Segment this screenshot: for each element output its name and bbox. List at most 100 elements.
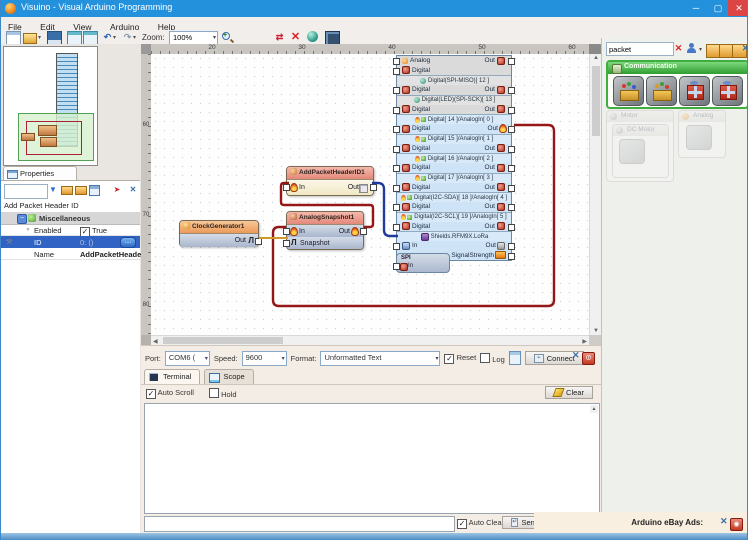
new-project-icon[interactable] (6, 31, 21, 45)
property-row-name[interactable]: Name AddPacketHeade... (1, 248, 148, 260)
in-pin[interactable] (283, 184, 290, 191)
category-communication[interactable]: Communication (606, 60, 747, 109)
diagram-surface[interactable]: ClockGenerator1 Out Л AddPacketHeaderID1… (151, 54, 589, 335)
snapshot-pin[interactable] (283, 240, 290, 247)
in-pin[interactable] (283, 228, 290, 235)
property-row-enabled[interactable]: ⚬ Enabled ✓ True (1, 224, 140, 237)
dropdown-icon[interactable]: ▾ (435, 355, 438, 362)
board-channel-header[interactable]: Digital(I2C-SDA)[ 18 ]/AnalogIn[ 4 ] (397, 192, 511, 202)
arduino-board[interactable]: Analog Out Digital Digital(SPI-MISO)[ 12 ] D… (393, 55, 515, 261)
user-filter-dropdown-icon[interactable]: ▾ (699, 46, 702, 53)
lora-header[interactable]: Shields.RFM9X.LoRa (397, 231, 511, 241)
palette-item-packet-2[interactable] (712, 76, 743, 106)
title-bar[interactable]: Visuino - Visual Arduino Programming ─ ▢… (1, 0, 747, 17)
palette-item-unpacket-2[interactable] (646, 76, 677, 106)
property-row-id[interactable]: ⚒ ID 0: () … (1, 236, 140, 248)
terminal-output[interactable]: ▲ (144, 403, 600, 514)
disconnect-icon[interactable]: ⏼ (582, 352, 595, 365)
spi-in-pin[interactable] (393, 263, 400, 270)
palette-settings-icon[interactable]: ✕ (741, 42, 747, 54)
board-pin-row[interactable]: Digital Out (393, 104, 515, 114)
collapse-all-icon[interactable] (75, 186, 87, 195)
delete-icon[interactable]: ✕ (289, 31, 302, 43)
dropdown-icon[interactable]: ▾ (205, 355, 208, 362)
log-checkbox[interactable] (480, 352, 491, 363)
scroll-left-icon[interactable]: ◀ (153, 338, 158, 345)
maximize-button[interactable]: ▢ (707, 0, 729, 16)
board-channel-header[interactable]: Digital[ 16 ]/AnalogIn[ 2 ] (397, 153, 511, 163)
layout-grid-icon[interactable] (83, 31, 98, 45)
open-project-icon[interactable] (23, 33, 37, 44)
board-pin-row[interactable]: Digital (393, 65, 511, 75)
out-pin[interactable] (370, 184, 377, 191)
close-button[interactable]: ✕ (728, 0, 747, 16)
board-pin-row[interactable]: Analog Out (393, 56, 515, 66)
serial-settings-icon[interactable]: ✕ (572, 350, 580, 360)
zoom-combobox[interactable]: 100% ▾ (169, 31, 218, 45)
zoom-dropdown-icon[interactable]: ▾ (213, 34, 216, 41)
out-pin[interactable] (360, 228, 367, 235)
lora-pin-row[interactable]: In Out (393, 241, 515, 251)
scroll-thumb[interactable] (592, 66, 600, 136)
refresh-icon[interactable]: ⇄ (273, 31, 286, 43)
scroll-up-icon[interactable]: ▲ (593, 55, 599, 61)
scroll-thumb[interactable] (163, 337, 283, 344)
block-addpacketheaderid1[interactable]: AddPacketHeaderID1 In Out (283, 166, 377, 196)
board-channel-header[interactable]: Digital[ 15 ]/AnalogIn[ 1 ] (397, 133, 511, 144)
palette-search-input[interactable] (606, 42, 674, 56)
board-pin-row[interactable]: Digital Out (393, 143, 515, 153)
block-header[interactable]: AnalogSnapshot1 (287, 212, 363, 225)
board-channel-header[interactable]: Digital(I2C-SCL)[ 19 ]/AnalogIn[ 5 ] (397, 211, 511, 222)
output-scroll-up-icon[interactable]: ▲ (590, 405, 598, 413)
clear-button[interactable]: Clear (545, 386, 593, 399)
board-pin-row[interactable]: Digital Out (393, 202, 515, 212)
dropdown-icon[interactable]: ▾ (282, 355, 285, 362)
port-combobox[interactable]: COM6 (▾ (164, 350, 210, 366)
clock-out-pin[interactable] (255, 238, 262, 245)
category-header[interactable]: Communication (608, 62, 747, 74)
pin-icon[interactable]: ➤ (111, 184, 123, 195)
board-pin-row[interactable]: Digital Out (393, 163, 515, 173)
expand-all-icon[interactable] (61, 186, 73, 195)
settings-tools-icon[interactable]: ✕ (127, 184, 139, 195)
filter-icon[interactable]: ▼ (47, 184, 59, 195)
redo-dropdown-icon[interactable]: ▾ (133, 34, 136, 41)
id-edit-button[interactable]: … (120, 237, 136, 248)
tab-terminal[interactable]: Terminal (144, 369, 201, 385)
log-file-icon[interactable] (508, 351, 521, 365)
user-filter-icon[interactable] (686, 42, 699, 54)
organize-icon[interactable] (89, 185, 100, 196)
collapse-group-icon[interactable]: − (17, 214, 27, 224)
hold-checkbox[interactable] (209, 388, 219, 398)
clear-filter-icon[interactable]: ✕ (672, 42, 685, 54)
board-pin-row[interactable]: Digital Out (393, 85, 515, 95)
block-header[interactable]: ClockGenerator1 (180, 221, 258, 234)
block-clockgenerator1[interactable]: ClockGenerator1 Out Л (179, 220, 262, 247)
board-channel-header[interactable]: Digital(LED)(SPI-SCK)[ 13 ] (397, 94, 511, 105)
board-pin-row[interactable]: Digital Out (393, 221, 515, 231)
properties-search-input[interactable] (4, 184, 48, 199)
scroll-right-icon[interactable]: ▶ (582, 338, 587, 345)
layout-left-icon[interactable] (67, 31, 82, 45)
palette-item-packet-1[interactable] (679, 76, 710, 106)
speed-combobox[interactable]: 9600 ▾ (241, 350, 287, 366)
block-spi[interactable]: SPI In (393, 253, 450, 273)
block-header[interactable]: AddPacketHeaderID1 (287, 167, 373, 180)
board-channel-header[interactable]: Digital[ 14 ]/AnalogIn[ 0 ] (397, 114, 511, 124)
tab-scope[interactable]: Scope (204, 369, 254, 385)
diagram-navigator[interactable] (3, 46, 98, 166)
autoscroll-checkbox[interactable]: ✓ (146, 389, 156, 399)
send-input[interactable] (144, 516, 455, 532)
open-dropdown-icon[interactable]: ▾ (38, 34, 41, 41)
undo-dropdown-icon[interactable]: ▾ (113, 34, 116, 41)
ads-settings-icon[interactable]: ✕ (720, 516, 728, 526)
save-icon[interactable] (47, 31, 62, 45)
board-pin-row[interactable]: Digital Out (393, 124, 515, 134)
palette-item-unpacket-1[interactable] (613, 76, 644, 106)
board-channel-header[interactable]: Digital(SPI-MISO)[ 12 ] (397, 75, 511, 85)
autoclear-checkbox[interactable]: ✓ (457, 519, 467, 529)
minimize-button[interactable]: ─ (685, 0, 707, 16)
ads-close-icon[interactable]: ◉ (730, 518, 743, 531)
board-channel-header[interactable]: Digital[ 17 ]/AnalogIn[ 3 ] (397, 172, 511, 183)
board-select-icon[interactable] (325, 31, 340, 45)
